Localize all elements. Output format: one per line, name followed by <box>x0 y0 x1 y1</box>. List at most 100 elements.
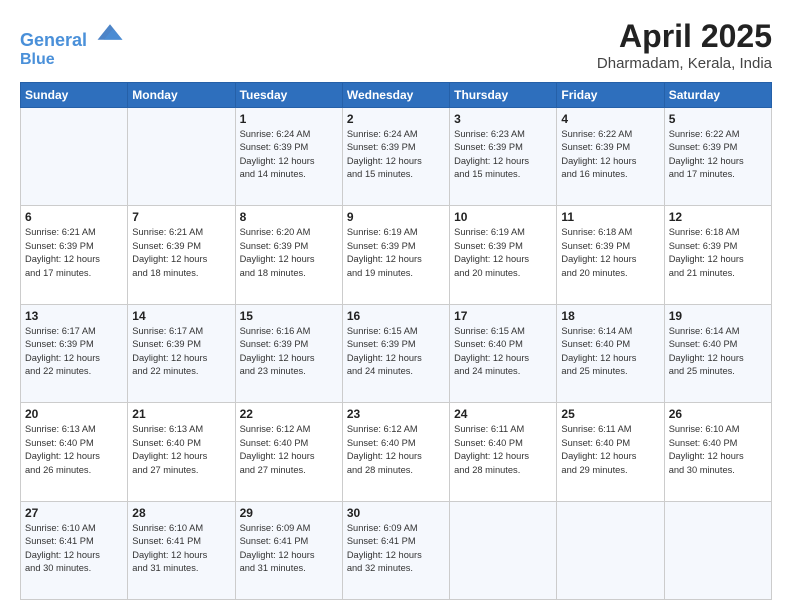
calendar-cell: 19Sunrise: 6:14 AM Sunset: 6:40 PM Dayli… <box>664 304 771 402</box>
day-info: Sunrise: 6:18 AM Sunset: 6:39 PM Dayligh… <box>561 226 659 280</box>
day-number: 7 <box>132 210 230 224</box>
calendar-cell: 13Sunrise: 6:17 AM Sunset: 6:39 PM Dayli… <box>21 304 128 402</box>
calendar-cell: 14Sunrise: 6:17 AM Sunset: 6:39 PM Dayli… <box>128 304 235 402</box>
day-info: Sunrise: 6:10 AM Sunset: 6:41 PM Dayligh… <box>25 522 123 576</box>
day-info: Sunrise: 6:15 AM Sunset: 6:40 PM Dayligh… <box>454 325 552 379</box>
calendar-body: 1 Sunrise: 6:24 AM Sunset: 6:39 PM Daylig… <box>21 108 772 600</box>
calendar-cell <box>21 108 128 206</box>
day-number: 14 <box>132 309 230 323</box>
calendar-header: SundayMondayTuesdayWednesdayThursdayFrid… <box>21 83 772 108</box>
calendar-cell: 6 Sunrise: 6:21 AM Sunset: 6:39 PM Daylig… <box>21 206 128 304</box>
day-number: 11 <box>561 210 659 224</box>
week-row-3: 20 Sunrise: 6:13 AM Sunset: 6:40 PM Dayli… <box>21 403 772 501</box>
logo: General Blue <box>20 18 124 68</box>
weekday-sunday: Sunday <box>21 83 128 108</box>
day-info: Sunrise: 6:15 AM Sunset: 6:39 PM Dayligh… <box>347 325 445 379</box>
day-info: Sunrise: 6:22 AM Sunset: 6:39 PM Dayligh… <box>669 128 767 182</box>
calendar-cell: 26 Sunrise: 6:10 AM Sunset: 6:40 PM Dayli… <box>664 403 771 501</box>
calendar-cell: 22 Sunrise: 6:12 AM Sunset: 6:40 PM Dayli… <box>235 403 342 501</box>
day-number: 9 <box>347 210 445 224</box>
week-row-0: 1 Sunrise: 6:24 AM Sunset: 6:39 PM Daylig… <box>21 108 772 206</box>
logo-general: General <box>20 30 87 50</box>
day-number: 6 <box>25 210 123 224</box>
day-info: Sunrise: 6:13 AM Sunset: 6:40 PM Dayligh… <box>25 423 123 477</box>
calendar-cell <box>664 501 771 599</box>
header: General Blue April 2025 Dharmadam, Keral… <box>20 18 772 72</box>
month-title: April 2025 <box>597 18 772 55</box>
day-info: Sunrise: 6:23 AM Sunset: 6:39 PM Dayligh… <box>454 128 552 182</box>
logo-text: General <box>20 18 124 51</box>
day-number: 23 <box>347 407 445 421</box>
calendar-cell: 28Sunrise: 6:10 AM Sunset: 6:41 PM Dayli… <box>128 501 235 599</box>
weekday-tuesday: Tuesday <box>235 83 342 108</box>
day-info: Sunrise: 6:21 AM Sunset: 6:39 PM Dayligh… <box>25 226 123 280</box>
day-number: 12 <box>669 210 767 224</box>
calendar-cell: 11 Sunrise: 6:18 AM Sunset: 6:39 PM Dayli… <box>557 206 664 304</box>
calendar-cell: 20 Sunrise: 6:13 AM Sunset: 6:40 PM Dayli… <box>21 403 128 501</box>
day-info: Sunrise: 6:24 AM Sunset: 6:39 PM Dayligh… <box>240 128 338 182</box>
day-number: 20 <box>25 407 123 421</box>
day-info: Sunrise: 6:12 AM Sunset: 6:40 PM Dayligh… <box>240 423 338 477</box>
logo-blue: Blue <box>20 51 124 69</box>
calendar-cell: 29Sunrise: 6:09 AM Sunset: 6:41 PM Dayli… <box>235 501 342 599</box>
page: General Blue April 2025 Dharmadam, Keral… <box>0 0 792 612</box>
calendar-cell <box>128 108 235 206</box>
calendar-cell: 15 Sunrise: 6:16 AM Sunset: 6:39 PM Dayli… <box>235 304 342 402</box>
day-number: 15 <box>240 309 338 323</box>
day-info: Sunrise: 6:09 AM Sunset: 6:41 PM Dayligh… <box>347 522 445 576</box>
week-row-4: 27 Sunrise: 6:10 AM Sunset: 6:41 PM Dayli… <box>21 501 772 599</box>
day-number: 16 <box>347 309 445 323</box>
week-row-2: 13Sunrise: 6:17 AM Sunset: 6:39 PM Dayli… <box>21 304 772 402</box>
day-info: Sunrise: 6:13 AM Sunset: 6:40 PM Dayligh… <box>132 423 230 477</box>
day-info: Sunrise: 6:18 AM Sunset: 6:39 PM Dayligh… <box>669 226 767 280</box>
day-info: Sunrise: 6:24 AM Sunset: 6:39 PM Dayligh… <box>347 128 445 182</box>
day-info: Sunrise: 6:10 AM Sunset: 6:40 PM Dayligh… <box>669 423 767 477</box>
calendar-cell: 23 Sunrise: 6:12 AM Sunset: 6:40 PM Dayli… <box>342 403 449 501</box>
calendar-cell: 18Sunrise: 6:14 AM Sunset: 6:40 PM Dayli… <box>557 304 664 402</box>
calendar-cell: 17 Sunrise: 6:15 AM Sunset: 6:40 PM Dayli… <box>450 304 557 402</box>
calendar-cell: 12 Sunrise: 6:18 AM Sunset: 6:39 PM Dayli… <box>664 206 771 304</box>
day-number: 24 <box>454 407 552 421</box>
day-number: 3 <box>454 112 552 126</box>
day-info: Sunrise: 6:16 AM Sunset: 6:39 PM Dayligh… <box>240 325 338 379</box>
day-info: Sunrise: 6:17 AM Sunset: 6:39 PM Dayligh… <box>25 325 123 379</box>
title-block: April 2025 Dharmadam, Kerala, India <box>597 18 772 72</box>
weekday-monday: Monday <box>128 83 235 108</box>
day-number: 8 <box>240 210 338 224</box>
day-number: 22 <box>240 407 338 421</box>
day-number: 2 <box>347 112 445 126</box>
day-info: Sunrise: 6:11 AM Sunset: 6:40 PM Dayligh… <box>561 423 659 477</box>
day-number: 1 <box>240 112 338 126</box>
calendar-cell: 27 Sunrise: 6:10 AM Sunset: 6:41 PM Dayli… <box>21 501 128 599</box>
day-info: Sunrise: 6:12 AM Sunset: 6:40 PM Dayligh… <box>347 423 445 477</box>
day-info: Sunrise: 6:14 AM Sunset: 6:40 PM Dayligh… <box>561 325 659 379</box>
day-number: 5 <box>669 112 767 126</box>
calendar-cell <box>450 501 557 599</box>
calendar-cell: 3 Sunrise: 6:23 AM Sunset: 6:39 PM Daylig… <box>450 108 557 206</box>
day-number: 26 <box>669 407 767 421</box>
calendar-cell: 24 Sunrise: 6:11 AM Sunset: 6:40 PM Dayli… <box>450 403 557 501</box>
day-info: Sunrise: 6:19 AM Sunset: 6:39 PM Dayligh… <box>347 226 445 280</box>
calendar-cell <box>557 501 664 599</box>
calendar-cell: 16 Sunrise: 6:15 AM Sunset: 6:39 PM Dayli… <box>342 304 449 402</box>
calendar-cell: 7Sunrise: 6:21 AM Sunset: 6:39 PM Daylig… <box>128 206 235 304</box>
calendar-cell: 30Sunrise: 6:09 AM Sunset: 6:41 PM Dayli… <box>342 501 449 599</box>
calendar-cell: 21Sunrise: 6:13 AM Sunset: 6:40 PM Dayli… <box>128 403 235 501</box>
day-info: Sunrise: 6:20 AM Sunset: 6:39 PM Dayligh… <box>240 226 338 280</box>
day-number: 25 <box>561 407 659 421</box>
day-number: 17 <box>454 309 552 323</box>
calendar-cell: 10 Sunrise: 6:19 AM Sunset: 6:39 PM Dayli… <box>450 206 557 304</box>
weekday-row: SundayMondayTuesdayWednesdayThursdayFrid… <box>21 83 772 108</box>
day-number: 10 <box>454 210 552 224</box>
calendar-cell: 5 Sunrise: 6:22 AM Sunset: 6:39 PM Daylig… <box>664 108 771 206</box>
day-info: Sunrise: 6:19 AM Sunset: 6:39 PM Dayligh… <box>454 226 552 280</box>
day-number: 19 <box>669 309 767 323</box>
day-number: 27 <box>25 506 123 520</box>
weekday-wednesday: Wednesday <box>342 83 449 108</box>
weekday-friday: Friday <box>557 83 664 108</box>
calendar-cell: 4Sunrise: 6:22 AM Sunset: 6:39 PM Daylig… <box>557 108 664 206</box>
calendar-table: SundayMondayTuesdayWednesdayThursdayFrid… <box>20 82 772 600</box>
calendar-cell: 2 Sunrise: 6:24 AM Sunset: 6:39 PM Daylig… <box>342 108 449 206</box>
day-number: 28 <box>132 506 230 520</box>
day-info: Sunrise: 6:11 AM Sunset: 6:40 PM Dayligh… <box>454 423 552 477</box>
